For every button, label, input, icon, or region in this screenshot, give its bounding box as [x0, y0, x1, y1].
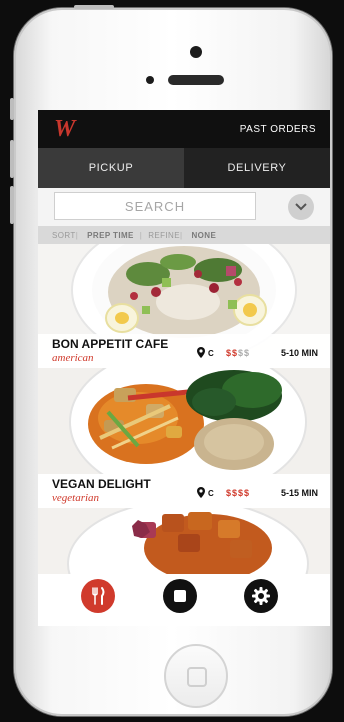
app-screen: W PAST ORDERS PICKUP DELIVERY SORT | PRE… [38, 110, 330, 626]
order-type-tabs: PICKUP DELIVERY [38, 148, 330, 188]
restaurant-list[interactable]: BON APPETIT CAFE american C $$$$ 5-10 MI… [38, 244, 330, 574]
restaurant-cuisine: vegetarian [52, 492, 100, 504]
location-letter: C [208, 349, 214, 358]
restaurant-cuisine: american [52, 352, 94, 364]
settings-nav-button[interactable] [244, 579, 278, 613]
filter-toggle-button[interactable] [288, 194, 314, 220]
tab-delivery[interactable]: DELIVERY [184, 148, 330, 188]
list-item-bon-appetit[interactable]: BON APPETIT CAFE american C $$$$ 5-10 MI… [38, 334, 330, 368]
search-input[interactable] [54, 192, 256, 220]
front-camera [190, 46, 202, 58]
location-letter: C [208, 489, 214, 498]
past-orders-link[interactable]: PAST ORDERS [240, 124, 316, 135]
app-logo[interactable]: W [54, 116, 75, 143]
list-item-vegan-delight[interactable]: VEGAN DELIGHT vegetarian C $$$$ 5-15 MIN [38, 474, 330, 508]
sort-label: SORT [52, 230, 76, 240]
food-photo-tofu[interactable] [38, 508, 330, 574]
chevron-down-icon [295, 203, 307, 211]
fork-knife-icon [92, 587, 105, 605]
restaurant-name: BON APPETIT CAFE [52, 337, 169, 351]
sort-value[interactable]: PREP TIME [87, 231, 134, 240]
bottom-nav [38, 574, 330, 626]
proximity-sensor [146, 76, 154, 84]
gear-icon [252, 587, 270, 605]
menu-nav-button[interactable] [81, 579, 115, 613]
home-button[interactable] [164, 644, 228, 708]
top-bar: W PAST ORDERS [38, 110, 330, 148]
restaurant-name: VEGAN DELIGHT [52, 477, 151, 491]
sort-refine-bar[interactable]: SORT | PREP TIME | REFINE | NONE [38, 226, 330, 244]
refine-label: REFINE [148, 230, 180, 240]
mute-switch [10, 98, 14, 120]
search-row [38, 188, 330, 226]
tab-pickup[interactable]: PICKUP [38, 148, 184, 188]
refine-value[interactable]: NONE [191, 231, 216, 240]
prep-time: 5-15 MIN [280, 488, 318, 498]
volume-down-button [10, 186, 14, 224]
prep-time: 5-10 MIN [280, 348, 318, 358]
power-button [74, 5, 114, 9]
earpiece-speaker [168, 75, 224, 85]
stop-square-icon [174, 590, 186, 602]
price-level: $$$$ [226, 488, 251, 498]
food-photo-curry[interactable] [38, 368, 330, 474]
orders-nav-button[interactable] [163, 579, 197, 613]
volume-up-button [10, 140, 14, 178]
price-level: $$$$ [226, 348, 251, 358]
